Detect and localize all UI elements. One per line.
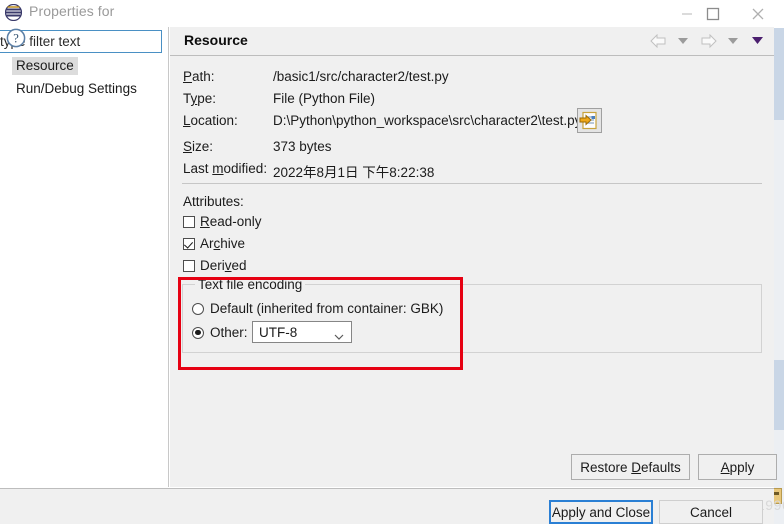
archive-checkbox-box [183,237,195,250]
radio-default-encoding[interactable]: Default (inherited from container: GBK) [192,301,443,316]
sidebar-item-run-debug-settings[interactable]: Run/Debug Settings [12,80,141,98]
cancel-label: Cancel [689,504,733,520]
title-bar: Properties for [0,0,774,28]
properties-dialog-screenshot: Properties for Resource Run/Debug Settin… [0,0,784,524]
checkbox-archive[interactable]: Archive [183,236,245,251]
apply-button[interactable]: Apply [698,454,777,480]
close-button[interactable] [735,0,780,27]
background-window-strip [774,0,784,524]
type-value: File (Python File) [273,91,376,106]
restore-defaults-label: Restore Defaults [580,459,681,475]
other-encoding-label: Other: [210,325,248,340]
last-modified-value: 2022年8月1日 下午8:22:38 [273,165,435,180]
resource-panel: Resource Path: /basic1/src/character2/te… [170,27,777,487]
window-title: Properties for [29,3,115,19]
read-only-checkbox-box [183,215,195,228]
other-encoding-radio-dot [192,326,204,339]
panel-menu-button[interactable] [746,30,768,52]
forward-arrow-icon [701,34,717,48]
panel-nav-toolbar [646,30,768,52]
text-file-encoding-title: Text file encoding [195,277,306,292]
checkbox-derived[interactable]: Derived [183,258,247,273]
size-label: Size: [183,139,214,154]
back-button[interactable] [646,30,670,52]
encoding-combobox-value: UTF-8 [259,324,298,340]
sidebar-item-resource[interactable]: Resource [12,57,78,75]
section-divider [182,183,762,184]
archive-label: Archive [200,236,246,251]
restore-defaults-button[interactable]: Restore Defaults [571,454,690,480]
dialog-body: Resource Run/Debug Settings Resource [0,27,777,524]
menu-dropdown-icon [751,37,763,44]
path-value: /basic1/src/character2/test.py [273,69,449,84]
type-label: Type: [183,91,217,106]
svg-text:?: ? [13,32,19,46]
sidebar: Resource Run/Debug Settings [0,27,169,487]
checkbox-read-only[interactable]: Read-only [183,214,262,229]
derived-checkbox-box [183,259,195,272]
page-title: Resource [184,32,248,48]
help-button[interactable]: ? [6,28,26,48]
size-value: 373 bytes [273,139,332,154]
last-modified-label: Last modified: [183,161,268,176]
open-location-button[interactable] [577,108,602,133]
panel-header: Resource [170,27,774,56]
back-dropdown-icon [678,37,688,44]
radio-other-encoding[interactable]: Other: [192,325,248,340]
chevron-down-icon [334,329,344,344]
back-arrow-icon [649,34,665,48]
location-value: D:\Python\python_workspace\src\character… [273,113,582,128]
eclipse-icon [4,3,23,22]
location-label: Location: [183,113,238,128]
derived-label: Derived [200,258,247,273]
encoding-combobox[interactable]: UTF-8 [252,321,352,343]
forward-button[interactable] [696,30,720,52]
apply-and-close-button[interactable]: Apply and Close [549,500,653,524]
default-encoding-label: Default (inherited from container: GBK) [210,301,444,316]
maximize-button[interactable] [690,0,735,27]
default-encoding-radio-dot [192,302,204,315]
path-label: Path: [183,69,215,84]
apply-label: Apply [720,459,755,475]
dialog-footer [0,488,774,524]
back-dropdown-button[interactable] [672,30,694,52]
maximize-icon [706,7,719,20]
help-icon: ? [6,28,26,48]
apply-and-close-label: Apply and Close [551,504,651,520]
forward-dropdown-icon [728,37,738,44]
close-icon [752,8,763,19]
forward-dropdown-button[interactable] [722,30,744,52]
open-location-icon [579,111,597,130]
read-only-label: Read-only [200,214,262,229]
cancel-button[interactable]: Cancel [659,500,763,524]
attributes-label: Attributes: [183,194,244,209]
